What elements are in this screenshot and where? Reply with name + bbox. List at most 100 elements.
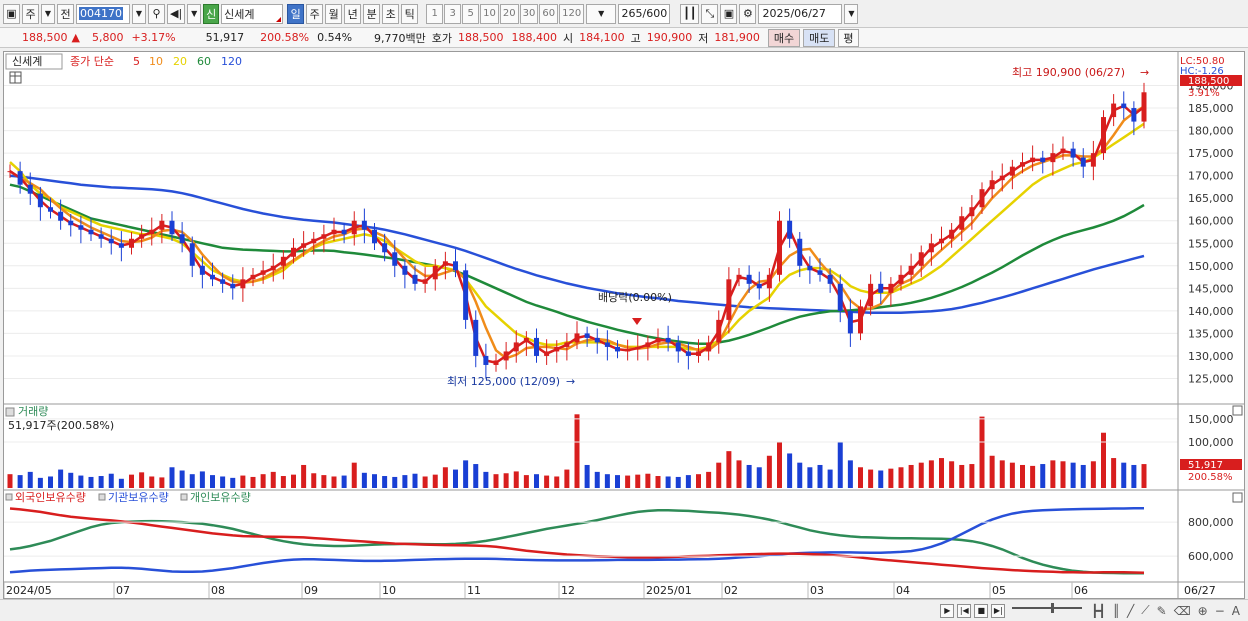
zoom-in-icon[interactable]: ⊕ [1196,604,1210,618]
price-tick-label: 135,000 [1188,327,1234,340]
volume-bar [665,476,671,488]
candle-body [159,220,165,230]
candle-type-icon[interactable]: ┣┫ [1089,604,1107,618]
low-price: 181,900 [714,31,760,44]
volume-bar [483,471,489,488]
tab-period-3[interactable]: 년 [344,3,362,24]
scroll-end-icon[interactable]: ▶| [991,603,1006,618]
tab-minute-120[interactable]: 120 [559,3,585,24]
price-panel-title: 신세계 [12,55,42,68]
volume-bar [392,476,398,488]
tab-period-4[interactable]: 분 [363,3,381,24]
x-axis: 2024/05 07 08 09 10 11 12 2025/01 02 03 04 05 06 [4,582,1088,598]
volume-bar [1131,464,1137,488]
ma10-line [9,105,1145,360]
trend-icon[interactable]: ⟋ [1139,603,1151,618]
close-icon[interactable] [1232,405,1243,416]
chart-area[interactable]: 신세계 종가 단순 5 10 20 60 120 190,000 185,000 180,00… [3,51,1245,599]
hoga-label: 호가 [431,31,453,45]
volume-bar [716,462,722,488]
date-field[interactable]: 2025/06/27 [758,3,843,24]
dividend-marker-icon [632,318,642,325]
volume-bar [807,467,813,488]
scroll-right-icon[interactable]: ▶ [940,603,955,618]
chart-toolbar: ▣ 주 ▼ 전 004170 ▼ ⚲ ◀| ▼ 신 신세계 일주월년분초틱 13… [0,0,1248,28]
tab-period-0[interactable]: 일 [287,3,305,24]
stock-chart[interactable]: 신세계 종가 단순 5 10 20 60 120 190,000185,000180,00… [4,52,1244,598]
volume-panel-icon[interactable] [5,407,15,417]
candle-body [372,229,377,244]
minute-dropdown-icon[interactable]: ▼ [586,3,617,24]
volume-bars [7,414,1147,488]
stock-code-input[interactable]: 004170 [76,3,130,24]
crosshair-icon[interactable]: ⤡ [701,3,719,24]
volume-bar [453,469,458,488]
volume-bar [645,473,651,488]
pen-icon[interactable]: ✎ [1155,604,1169,618]
text-icon[interactable]: A [1230,604,1242,618]
tab-period-5[interactable]: 초 [382,3,400,24]
candle-body [675,342,681,352]
candle-icon[interactable]: ┃┃ [680,3,700,24]
tab-period-2[interactable]: 월 [325,3,343,24]
tab-minute-1[interactable]: 1 [426,3,444,24]
candle-body [625,349,631,352]
save-icon[interactable]: ▣ [720,3,738,24]
buy-button[interactable]: 매수 [767,28,801,47]
candle-body [139,234,145,239]
volume-bar [685,475,691,488]
tab-period-1[interactable]: 주 [306,3,324,24]
tab-minute-5[interactable]: 5 [462,3,480,24]
change-arrow-icon: ▲ [71,31,80,44]
price-tick-label: 165,000 [1188,192,1234,205]
eval-button[interactable]: 평 [838,28,859,47]
minus-icon[interactable]: − [1213,604,1227,618]
tab-minute-10[interactable]: 10 [480,3,499,24]
date-dropdown-icon[interactable]: ▼ [844,3,859,24]
volume-bar [58,469,64,488]
volume-bar [1030,465,1036,488]
close-icon[interactable] [1232,492,1243,503]
data-count-field[interactable]: 265/600 [618,3,671,24]
sell-button[interactable]: 매도 [803,28,836,47]
candle-body [361,220,367,230]
tab-minute-60[interactable]: 60 [539,3,559,24]
volume-bar [17,475,23,488]
stop-icon[interactable]: ■ [974,603,989,618]
candle-body [736,274,742,280]
line-draw-icon[interactable]: ╱ [1125,604,1136,618]
price-tick-label: 180,000 [1188,125,1234,138]
candle-body [1030,157,1036,163]
volume-bar [169,467,175,488]
candle-body [513,342,519,352]
bar-type-icon[interactable]: ║ [1111,604,1122,618]
speaker-icon[interactable]: ◀| [167,3,186,24]
volume-bar [463,460,469,488]
bottom-bar: ▶ |◀ ■ ▶| ┣┫ ║ ╱ ⟋ ✎ ⌫ ⊕ − A [0,599,1248,621]
volume-bar [523,475,529,488]
holding-lines [9,507,1145,575]
eraser-icon[interactable]: ⌫ [1172,604,1193,618]
code-dropdown-icon[interactable]: ▼ [132,3,146,24]
prev-button[interactable]: 전 [57,3,74,24]
tab-minute-30[interactable]: 30 [519,3,539,24]
holding-legend-label: 개인보유수량 [190,491,251,504]
period-main-select[interactable]: 주 [22,3,39,24]
search-icon[interactable]: ⚲ [148,3,165,24]
tab-period-6[interactable]: 틱 [401,3,419,24]
stock-name-field[interactable]: 신세계 [221,3,284,24]
tab-minute-20[interactable]: 20 [499,3,519,24]
tab-minute-3[interactable]: 3 [444,3,462,24]
candle-body [230,283,236,289]
volume-bar [159,477,165,488]
zoom-slider[interactable] [1012,602,1083,615]
scroll-start-icon[interactable]: |◀ [957,603,972,618]
gear-icon[interactable]: ⚙ [739,3,757,24]
speaker-dropdown-icon[interactable]: ▼ [187,3,202,24]
chart-window-icon[interactable]: ▣ [3,3,20,24]
volume-panel-title: 거래량 [18,405,48,418]
candle-body [969,207,975,217]
period-dropdown-icon[interactable]: ▼ [41,3,55,24]
candle-body [129,238,134,248]
volume-bar [554,476,560,488]
